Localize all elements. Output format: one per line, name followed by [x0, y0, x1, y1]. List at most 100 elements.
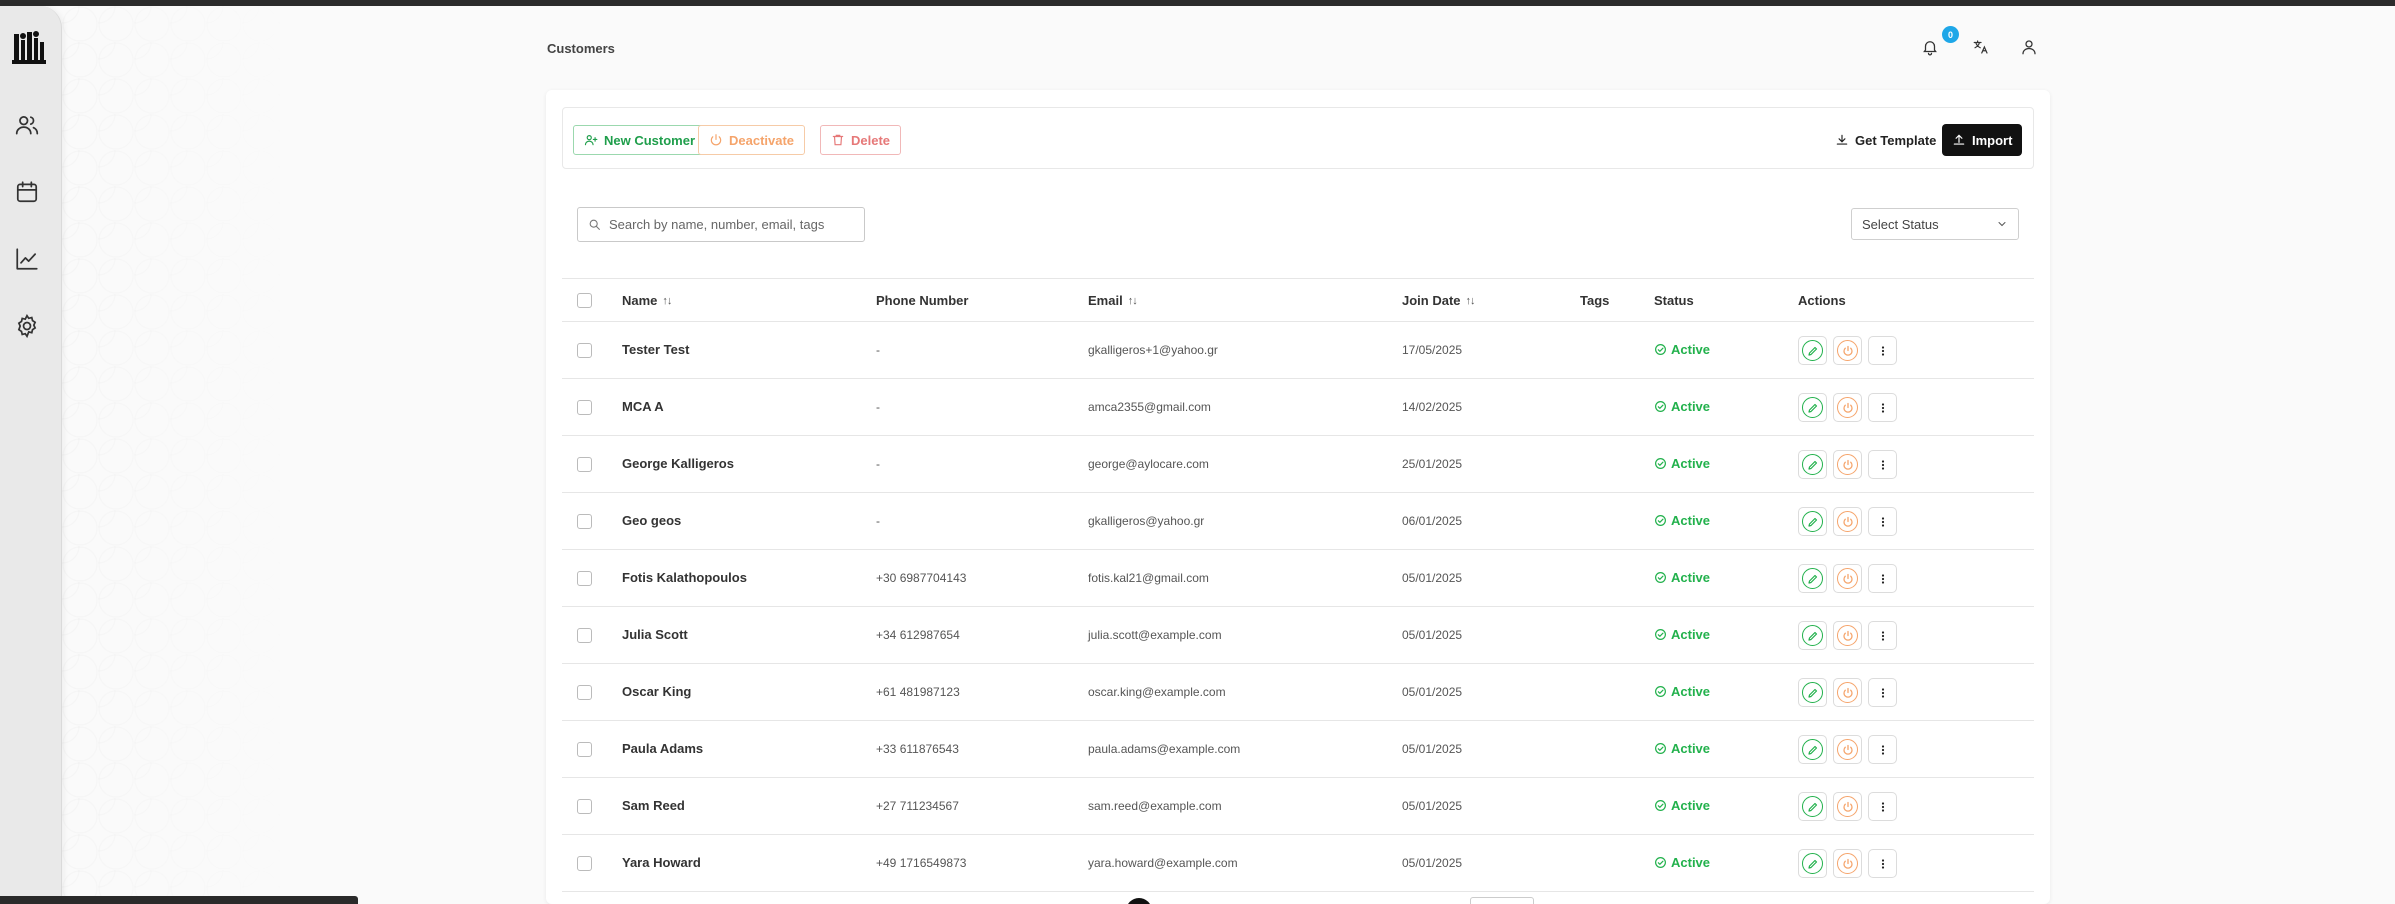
customer-name[interactable]: Julia Scott	[622, 627, 688, 642]
sort-icon[interactable]: ↑↓	[1128, 295, 1138, 307]
edit-icon	[1802, 682, 1823, 703]
customer-name[interactable]: Fotis Kalathopoulos	[622, 570, 747, 585]
deactivate-row-button[interactable]	[1833, 507, 1862, 536]
more-actions-button[interactable]	[1868, 792, 1897, 821]
deactivate-row-button[interactable]	[1833, 849, 1862, 878]
table-row[interactable]: Yara Howard +49 1716549873 yara.howard@exa…	[562, 835, 2034, 892]
search-input[interactable]	[609, 217, 849, 232]
check-circle-icon	[1655, 572, 1666, 583]
status-badge: Active	[1654, 456, 1710, 471]
delete-button[interactable]: Delete	[820, 125, 902, 155]
column-status-label: Status	[1654, 293, 1694, 308]
customer-name[interactable]: Geo geos	[622, 513, 681, 528]
gear-icon[interactable]	[14, 313, 40, 339]
row-checkbox[interactable]	[577, 571, 592, 586]
table-row[interactable]: Oscar King +61 481987123 oscar.king@exampl…	[562, 664, 2034, 721]
column-header-email[interactable]: Email ↑↓	[1088, 293, 1138, 308]
customer-phone: +27 711234567	[876, 799, 959, 813]
page-size-select[interactable]	[1470, 897, 1534, 904]
customer-email: amca2355@gmail.com	[1088, 400, 1211, 414]
brand-logo-icon[interactable]	[12, 28, 46, 66]
customer-name[interactable]: Sam Reed	[622, 798, 685, 813]
column-header-join-date[interactable]: Join Date ↑↓	[1402, 293, 1476, 308]
chart-icon[interactable]	[14, 246, 40, 272]
sort-icon[interactable]: ↑↓	[1466, 295, 1476, 307]
edit-button[interactable]	[1798, 792, 1827, 821]
row-checkbox[interactable]	[577, 856, 592, 871]
select-all-checkbox[interactable]	[577, 293, 592, 308]
status-bar-tooltip	[0, 896, 358, 904]
status-badge: Active	[1654, 684, 1710, 699]
calendar-icon[interactable]	[14, 179, 40, 205]
row-checkbox[interactable]	[577, 400, 592, 415]
row-checkbox[interactable]	[577, 685, 592, 700]
table-row[interactable]: George Kalligeros - george@aylocare.com 25/…	[562, 436, 2034, 493]
deactivate-row-button[interactable]	[1833, 792, 1862, 821]
bell-icon[interactable]	[1921, 38, 1941, 58]
row-checkbox[interactable]	[577, 514, 592, 529]
table-row[interactable]: MCA A - amca2355@gmail.com 14/02/2025 Active	[562, 379, 2034, 436]
table-row[interactable]: Fotis Kalathopoulos +30 6987704143 fotis.k…	[562, 550, 2034, 607]
table-row[interactable]: Geo geos - gkalligeros@yahoo.gr 06/01/2025 A…	[562, 493, 2034, 550]
get-template-button[interactable]: Get Template	[1825, 125, 1947, 155]
more-actions-button[interactable]	[1868, 735, 1897, 764]
more-actions-button[interactable]	[1868, 678, 1897, 707]
deactivate-row-button[interactable]	[1833, 678, 1862, 707]
deactivate-row-button[interactable]	[1833, 450, 1862, 479]
edit-icon	[1802, 739, 1823, 760]
customer-join-date: 05/01/2025	[1402, 742, 1463, 756]
status-select[interactable]: Select Status	[1851, 208, 2019, 240]
table-row[interactable]: Tester Test - gkalligeros+1@yahoo.gr 17/05/…	[562, 322, 2034, 379]
table-row[interactable]: Paula Adams +33 611876543 paula.adams@exam…	[562, 721, 2034, 778]
edit-button[interactable]	[1798, 621, 1827, 650]
deactivate-row-button[interactable]	[1833, 621, 1862, 650]
customer-name[interactable]: Tester Test	[622, 342, 689, 357]
table-header: Name ↑↓ Phone Number Email ↑↓ Join Date …	[562, 278, 2034, 322]
more-actions-button[interactable]	[1868, 450, 1897, 479]
edit-button[interactable]	[1798, 450, 1827, 479]
more-actions-button[interactable]	[1868, 849, 1897, 878]
row-checkbox[interactable]	[577, 742, 592, 757]
customer-name[interactable]: George Kalligeros	[622, 456, 734, 471]
more-actions-button[interactable]	[1868, 336, 1897, 365]
edit-button[interactable]	[1798, 849, 1827, 878]
customer-name[interactable]: Oscar King	[622, 684, 691, 699]
check-circle-icon	[1655, 629, 1666, 640]
power-icon	[1837, 796, 1858, 817]
table-row[interactable]: Sam Reed +27 711234567 sam.reed@example.co…	[562, 778, 2034, 835]
row-checkbox[interactable]	[577, 628, 592, 643]
edit-button[interactable]	[1798, 393, 1827, 422]
more-actions-button[interactable]	[1868, 621, 1897, 650]
edit-button[interactable]	[1798, 336, 1827, 365]
translate-icon[interactable]	[1972, 38, 1992, 58]
import-button[interactable]: Import	[1942, 124, 2023, 156]
edit-button[interactable]	[1798, 735, 1827, 764]
row-checkbox[interactable]	[577, 799, 592, 814]
more-actions-button[interactable]	[1868, 507, 1897, 536]
edit-button[interactable]	[1798, 507, 1827, 536]
deactivate-row-button[interactable]	[1833, 564, 1862, 593]
table-row[interactable]: Julia Scott +34 612987654 julia.scott@exam…	[562, 607, 2034, 664]
edit-button[interactable]	[1798, 564, 1827, 593]
customer-name[interactable]: Paula Adams	[622, 741, 703, 756]
user-icon[interactable]	[2020, 38, 2040, 58]
notification-badge: 0	[1942, 26, 1959, 43]
column-header-name[interactable]: Name ↑↓	[622, 293, 672, 308]
search-box	[577, 207, 865, 242]
row-checkbox[interactable]	[577, 457, 592, 472]
customer-name[interactable]: Yara Howard	[622, 855, 701, 870]
row-checkbox[interactable]	[577, 343, 592, 358]
more-actions-button[interactable]	[1868, 564, 1897, 593]
edit-button[interactable]	[1798, 678, 1827, 707]
deactivate-row-button[interactable]	[1833, 735, 1862, 764]
customer-name[interactable]: MCA A	[622, 399, 664, 414]
deactivate-button[interactable]: Deactivate	[698, 125, 806, 155]
new-customer-button[interactable]: New Customer	[573, 125, 707, 155]
more-vertical-icon	[1872, 454, 1893, 475]
users-icon[interactable]	[14, 112, 40, 138]
deactivate-row-button[interactable]	[1833, 336, 1862, 365]
more-actions-button[interactable]	[1868, 393, 1897, 422]
trash-icon	[832, 134, 844, 146]
deactivate-row-button[interactable]	[1833, 393, 1862, 422]
sort-icon[interactable]: ↑↓	[662, 295, 672, 307]
